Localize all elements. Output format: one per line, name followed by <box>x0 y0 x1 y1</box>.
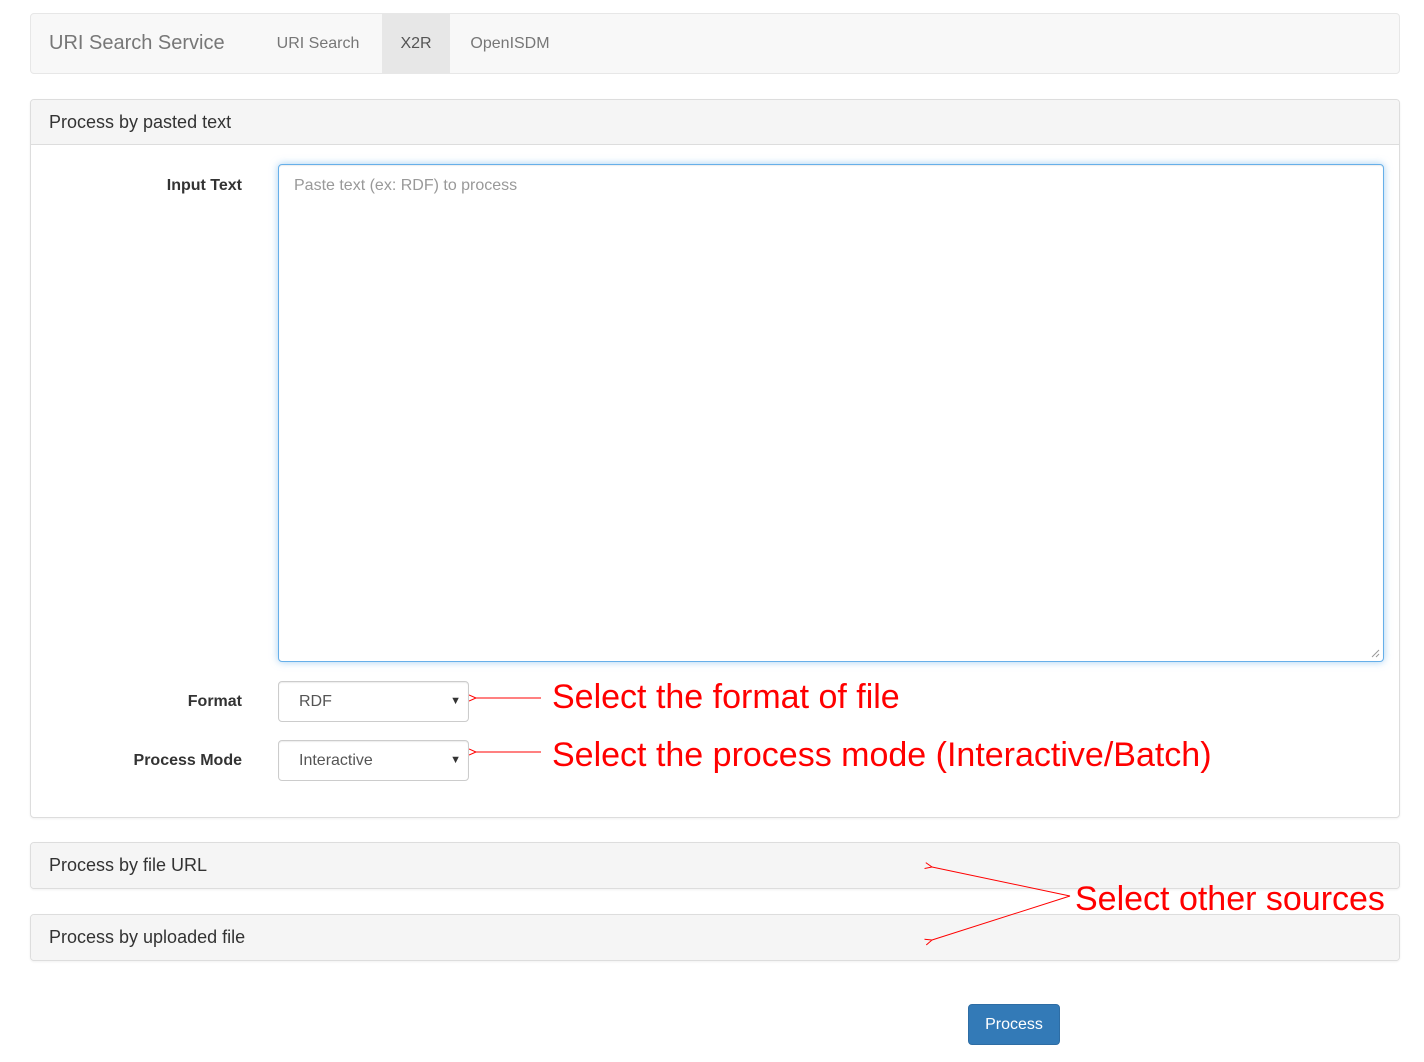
input-text-placeholder: Paste text (ex: RDF) to process <box>294 177 518 194</box>
input-text-label: Input Text <box>166 177 242 194</box>
pasted-text-panel-heading[interactable]: Process by pasted text <box>31 100 1399 145</box>
nav-x2r[interactable]: X2R <box>382 14 450 73</box>
mode-annotation: Select the process mode (Interactive/Bat… <box>552 736 1212 774</box>
caret-down-icon: ▼ <box>450 754 461 766</box>
nav-openisdm[interactable]: OpenISDM <box>453 14 567 73</box>
format-select[interactable]: RDF ▼ <box>278 681 469 722</box>
process-button[interactable]: Process <box>968 1004 1060 1045</box>
uploaded-file-panel-heading[interactable]: Process by uploaded file <box>31 915 1399 960</box>
format-select-value: RDF <box>299 693 332 710</box>
brand[interactable]: URI Search Service <box>49 14 225 73</box>
process-mode-select[interactable]: Interactive ▼ <box>278 740 469 781</box>
format-label: Format <box>187 693 242 710</box>
process-mode-label: Process Mode <box>133 752 242 769</box>
sources-annotation: Select other sources <box>1075 880 1385 918</box>
resize-grip-icon[interactable] <box>1370 648 1380 658</box>
process-mode-select-value: Interactive <box>299 752 373 769</box>
nav-uri-search[interactable]: URI Search <box>259 14 377 73</box>
navbar: URI Search Service URI Search X2R OpenIS… <box>30 13 1400 74</box>
caret-down-icon: ▼ <box>450 695 461 707</box>
format-annotation: Select the format of file <box>552 678 900 716</box>
input-text-area[interactable]: Paste text (ex: RDF) to process <box>278 164 1384 662</box>
uploaded-file-panel[interactable]: Process by uploaded file <box>30 914 1400 961</box>
